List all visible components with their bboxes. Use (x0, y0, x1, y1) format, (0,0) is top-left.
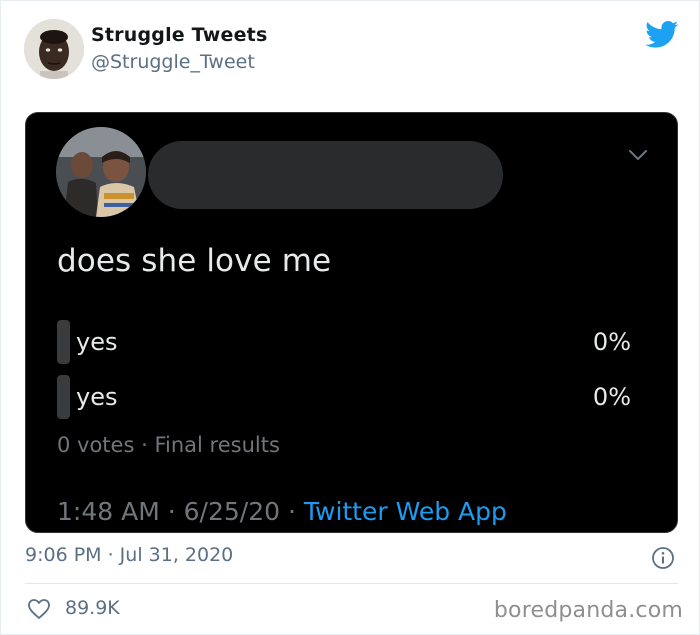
poll-votes: 0 votes (57, 433, 135, 457)
poll-option: yes 0% (57, 375, 631, 419)
tweet-timestamp[interactable]: 9:06 PM · Jul 31, 2020 (25, 544, 233, 566)
poll-option: yes 0% (57, 320, 631, 364)
source-app-link: Twitter Web App (303, 497, 507, 526)
poll-bar (57, 320, 70, 364)
poll-option-label: yes (76, 383, 118, 411)
embedded-date: 6/25/20 (183, 497, 280, 526)
watermark: boredpanda.com (493, 598, 683, 623)
poll-bar (57, 375, 70, 419)
redacted-username (148, 141, 503, 209)
author-name[interactable]: Struggle Tweets (91, 24, 267, 46)
poll-option-label: yes (76, 328, 118, 356)
heart-icon[interactable] (27, 598, 51, 620)
separator: · (141, 433, 148, 457)
like-count[interactable]: 89.9K (65, 597, 120, 619)
poll-status: Final results (154, 433, 280, 457)
author-handle[interactable]: @Struggle_Tweet (91, 51, 255, 73)
twitter-bird-icon[interactable] (645, 21, 679, 49)
chevron-down-icon[interactable] (628, 149, 648, 161)
embedded-time: 1:48 AM (57, 497, 160, 526)
divider (25, 583, 678, 584)
embedded-avatar (56, 127, 146, 217)
poll-summary: 0 votes · Final results (57, 433, 280, 457)
poll-option-percent: 0% (592, 383, 631, 411)
author-avatar[interactable] (24, 19, 84, 79)
separator: · (167, 497, 176, 526)
embedded-tweet-screenshot: does she love me yes 0% yes 0% 0 votes ·… (25, 112, 678, 533)
info-icon[interactable] (651, 546, 675, 570)
poll-question: does she love me (57, 243, 332, 279)
tweet-card: Struggle Tweets @Struggle_Tweet does she… (0, 0, 700, 635)
separator: · (287, 497, 296, 526)
poll-option-percent: 0% (592, 328, 631, 356)
embedded-timestamp: 1:48 AM · 6/25/20 · Twitter Web App (57, 497, 507, 526)
